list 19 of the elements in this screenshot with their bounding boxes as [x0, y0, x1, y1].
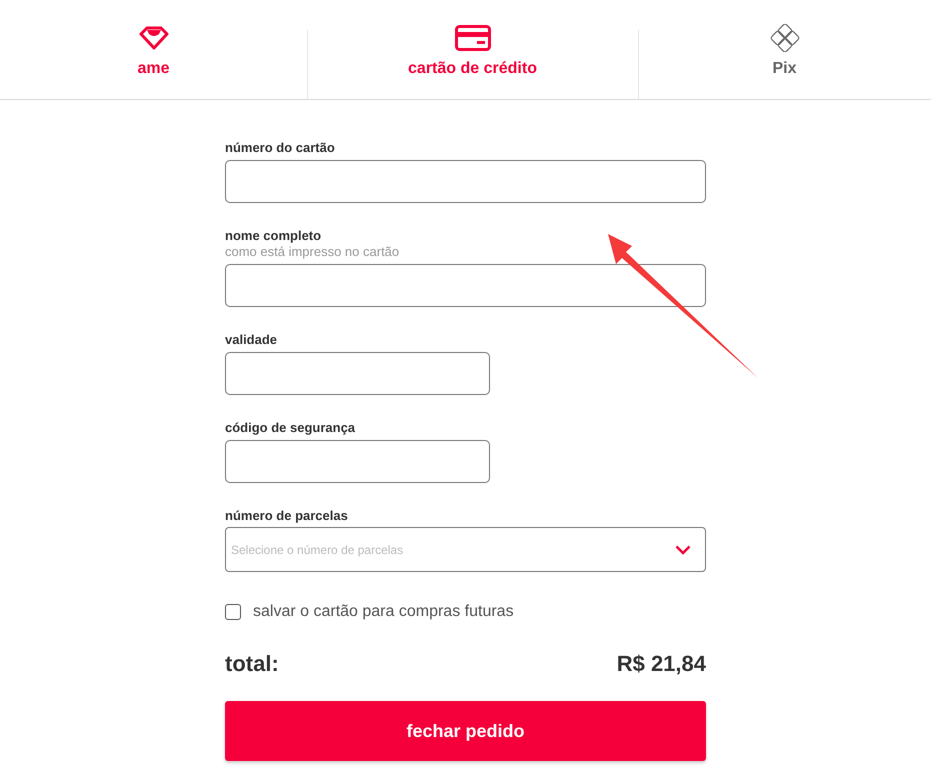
- total-label: total:: [225, 651, 279, 677]
- checkbox-label: salvar o cartão para compras futuras: [253, 603, 514, 621]
- input-field[interactable]: [225, 352, 490, 395]
- heart-icon: [138, 24, 170, 52]
- field-hint: como está impresso no cartão: [225, 244, 400, 259]
- field-label: código de segurança: [225, 420, 356, 435]
- input-field[interactable]: [225, 264, 706, 307]
- submit-button[interactable]: fechar pedido: [225, 701, 706, 761]
- checkbox[interactable]: [225, 604, 241, 620]
- credit-card-icon: [454, 24, 490, 52]
- chevron-down-icon: [675, 544, 691, 554]
- total-value: R$ 21,84: [616, 651, 706, 677]
- input-field[interactable]: [225, 160, 706, 203]
- payment-tab[interactable]: ame: [0, 0, 307, 99]
- field-label: número do cartão: [225, 140, 336, 155]
- field-label: nome completo: [225, 228, 322, 243]
- input-field[interactable]: [225, 440, 490, 483]
- field-label: número de parcelas: [225, 508, 349, 523]
- field-label: validade: [225, 332, 278, 347]
